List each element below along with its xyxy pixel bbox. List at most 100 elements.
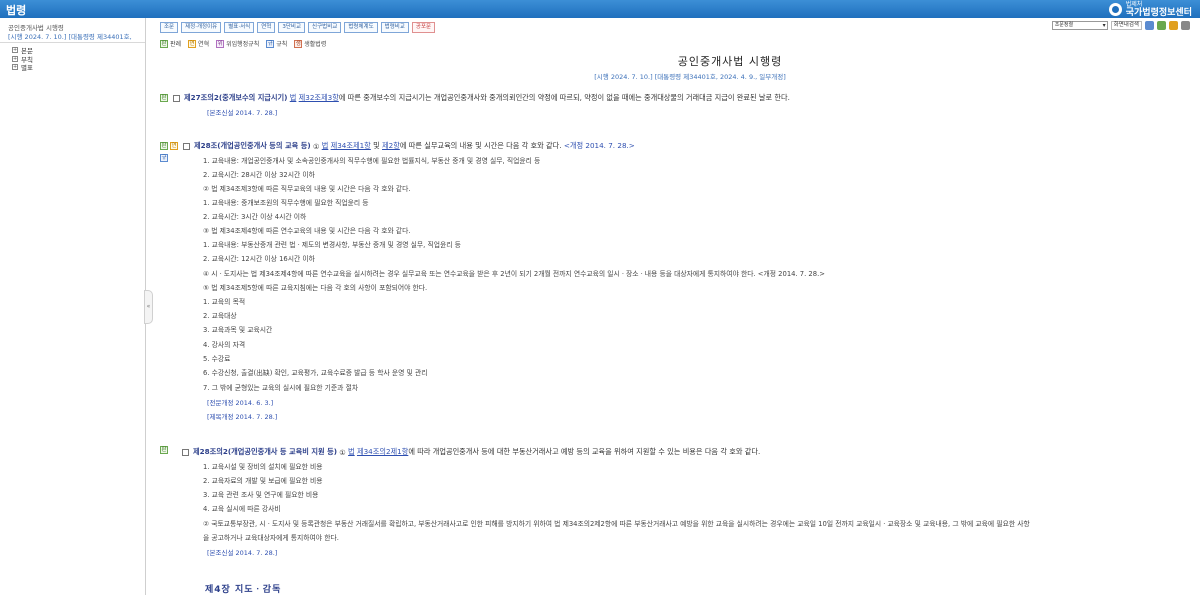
toolbar: 조문 제정·개정이유 별표·서식 연혁 3단비교 신구법비교 법령체계도 법령비… — [160, 22, 436, 33]
site-logo[interactable]: 법제처 국가법령정보센터 — [1108, 0, 1192, 18]
article-title: 제27조의2(중개보수의 지급시기) — [184, 93, 288, 102]
article-link[interactable]: 제34조제1항 — [331, 141, 371, 151]
article-line: ③ 법 제34조제4항에 따른 연수교육의 내용 및 시간은 다음 각 호와 같… — [203, 227, 411, 235]
article-line: 4. 강사의 자격 — [203, 341, 246, 349]
sidebar: 공인중개사법 시행령 [시행 2024. 7. 10.] [대통령령 제3440… — [0, 18, 146, 595]
article-line: 을 공고하거나 교육대상자에게 통지하여야 한다. — [203, 534, 339, 542]
article-line: 2. 교육시간: 3시간 이상 4시간 이하 — [203, 213, 307, 221]
article-link[interactable]: 제2항 — [382, 141, 400, 151]
document-title: 공인중개사법 시행령 — [677, 55, 783, 68]
article-line: 7. 그 밖에 균형있는 교육의 실시에 필요한 기준과 절차 — [203, 384, 359, 392]
right-controls: 조문정렬 화면내검색 — [1051, 21, 1190, 30]
precedent-icon[interactable]: 판 — [160, 142, 168, 150]
article-line: 1. 교육내용: 부동산중개 관련 법ㆍ제도의 변경사항, 부동산 중개 및 경… — [203, 241, 461, 249]
toolbar-button-compare[interactable]: 법령비교 — [380, 22, 409, 33]
download-icon[interactable] — [1157, 21, 1166, 30]
article-27-2-header: 판 제27조의2(중개보수의 지급시기) 법 제32조제3항 에 따른 중개보수… — [160, 93, 790, 103]
law-link[interactable]: 법 — [322, 141, 329, 151]
toolbar-button-3way[interactable]: 3단비교 — [278, 22, 306, 33]
precedent-icon[interactable]: 판 — [160, 446, 168, 454]
legend-item: 위 위임행정규칙 — [216, 39, 259, 48]
article-note: [제목개정 2014. 7. 28.] — [207, 413, 278, 421]
law-link[interactable]: 법 — [290, 93, 297, 103]
article-line: 1. 교육시설 및 장비의 설치에 필요한 비용 — [203, 463, 323, 471]
article-checkbox[interactable] — [183, 142, 190, 150]
toolbar-button-articles[interactable]: 조문 — [160, 22, 179, 33]
history-icon[interactable]: 연 — [170, 142, 178, 150]
chapter-heading: 제4장 지도ㆍ감독 — [205, 585, 282, 595]
legend-label: 판례 — [170, 41, 182, 48]
article-line: 2. 교육시간: 12시간 이상 16시간 이하 — [203, 255, 315, 263]
article-text: 에 따라 개업공인중개사 등에 대한 부동산거래사고 예방 등의 교육을 위하여… — [408, 447, 761, 456]
sort-select[interactable]: 조문정렬 — [1051, 21, 1108, 30]
article-line: 1. 교육의 목적 — [203, 298, 246, 306]
article-note: [본조신설 2014. 7. 28.] — [207, 109, 278, 117]
article-line: 3. 교육과목 및 교육시간 — [203, 326, 273, 334]
article-line: 2. 교육자료의 개발 및 보급에 필요한 비용 — [203, 477, 323, 485]
article-text: 에 따른 실무교육의 내용 및 시간은 다음 각 호와 같다. — [399, 141, 562, 150]
article-28-2-header: 제28조의2(개업공인중개사 등 교육비 지원 등) ① 법 제34조의2제1항… — [182, 447, 760, 457]
conjunction-text: 및 — [373, 141, 380, 150]
toolbar-button-promulgation[interactable]: 공포문 — [411, 22, 436, 33]
precedent-icon: 판 — [160, 39, 168, 48]
toolbar-button-history[interactable]: 연혁 — [257, 22, 276, 33]
legend-label: 생활법령 — [304, 41, 327, 48]
law-link[interactable]: 법 — [348, 447, 355, 457]
expand-icon[interactable]: + — [12, 64, 18, 71]
legend-label: 연혁 — [198, 41, 210, 48]
precedent-icon[interactable]: 판 — [160, 94, 168, 102]
document-subtitle: [시행 2024. 7. 10.] [대통령령 제34401호, 2024. 4… — [594, 73, 786, 81]
search-icon[interactable] — [1145, 21, 1154, 30]
legend-label: 위임행정규칙 — [226, 41, 260, 48]
rule-icon[interactable]: 규 — [160, 154, 168, 162]
in-page-search-button[interactable]: 화면내검색 — [1110, 21, 1142, 30]
article-link[interactable]: 제34조의2제1항 — [357, 447, 408, 457]
rule-icon: 규 — [266, 39, 275, 48]
article-line: 2. 교육시간: 28시간 이상 32시간 이하 — [203, 171, 315, 179]
print-icon[interactable] — [1181, 21, 1190, 30]
article-28-header: 판 연 제28조(개업공인중개사 등의 교육 등) ① 법 제34조제1항 및 … — [160, 141, 635, 151]
article-link[interactable]: 제32조제3항 — [299, 93, 339, 103]
paragraph-number: ① — [339, 447, 346, 457]
article-line: 6. 수강신청, 출결(出缺) 확인, 교육평가, 교육수료증 발급 등 학사 … — [203, 369, 428, 377]
legend-item: 생 생활법령 — [294, 39, 326, 48]
expand-icon[interactable]: + — [12, 47, 18, 54]
bookmark-icon[interactable] — [1169, 21, 1178, 30]
tree-item-appendix[interactable]: + 별표 — [12, 63, 33, 72]
article-line: ⑤ 법 제34조제5항에 따른 교육지침에는 다음 각 호의 사항이 포함되어야… — [203, 284, 428, 292]
article-line: 1. 교육내용: 개업공인중개사 및 소속공인중개사의 직무수행에 필요한 법률… — [203, 157, 541, 165]
logo-big-text: 국가법령정보센터 — [1125, 7, 1192, 18]
legend-item: 연 연혁 — [188, 39, 209, 48]
sidebar-law-date: [시행 2024. 7. 10.] [대통령령 제34401호, — [8, 33, 132, 41]
article-line: ④ 시ㆍ도지사는 법 제34조제4항에 따른 연수교육을 실시하려는 경우 실무… — [203, 270, 825, 278]
sidebar-tree: + 본문 + 부칙 + 별표 — [12, 46, 33, 72]
expand-icon[interactable]: + — [12, 55, 18, 62]
article-line: 2. 교육대상 — [203, 312, 237, 320]
history-icon: 연 — [188, 39, 197, 48]
legend-label: 규칙 — [276, 41, 288, 48]
top-bar: 법령 법제처 국가법령정보센터 — [0, 0, 1200, 18]
app-title: 법령 — [6, 4, 27, 17]
life-law-icon: 생 — [294, 39, 303, 48]
divider — [0, 42, 145, 43]
toolbar-button-hierarchy[interactable]: 법령체계도 — [344, 22, 378, 33]
emblem-icon — [1108, 2, 1122, 16]
legend: 판 판례 연 연혁 위 위임행정규칙 규 규칙 생 생활법령 — [160, 39, 326, 48]
article-text: 에 따른 중개보수의 지급시기는 개업공인중개사와 중개의뢰인간의 약정에 따르… — [338, 93, 790, 102]
delegation-icon: 위 — [216, 39, 225, 48]
article-line: 4. 교육 실시에 따른 강사비 — [203, 505, 281, 513]
article-checkbox[interactable] — [182, 448, 189, 456]
logo-small-text: 법제처 — [1125, 0, 1143, 8]
paragraph-number: ① — [312, 141, 320, 151]
toolbar-button-reasons[interactable]: 제정·개정이유 — [181, 22, 222, 33]
sidebar-collapse-handle[interactable]: « — [144, 290, 153, 324]
article-note: [전문개정 2014. 6. 3.] — [207, 399, 274, 407]
toolbar-button-old-new[interactable]: 신구법비교 — [308, 22, 342, 33]
article-title: 제28조(개업공인중개사 등의 교육 등) — [194, 141, 311, 150]
legend-item: 판 판례 — [160, 39, 181, 48]
article-checkbox[interactable] — [173, 94, 180, 102]
toolbar-button-forms[interactable]: 별표·서식 — [224, 22, 255, 33]
tree-item-label: 별표 — [21, 64, 33, 73]
revision-note: <개정 2014. 7. 28.> — [563, 141, 635, 150]
article-title: 제28조의2(개업공인중개사 등 교육비 지원 등) — [193, 447, 337, 456]
